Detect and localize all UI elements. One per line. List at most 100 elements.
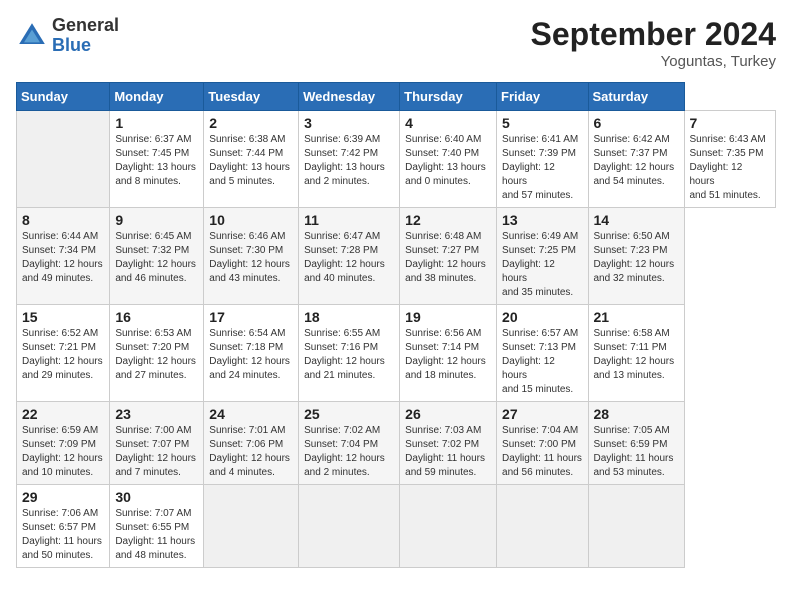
day-info: Sunrise: 7:00 AM Sunset: 7:07 PM Dayligh… bbox=[115, 424, 198, 480]
day-number: 2 bbox=[209, 115, 293, 131]
calendar-cell bbox=[497, 485, 588, 568]
calendar-day-header: Wednesday bbox=[299, 83, 400, 111]
day-number: 16 bbox=[115, 309, 198, 325]
day-info: Sunrise: 6:43 AM Sunset: 7:35 PM Dayligh… bbox=[690, 133, 771, 203]
day-info: Sunrise: 6:39 AM Sunset: 7:42 PM Dayligh… bbox=[304, 133, 394, 189]
calendar-cell: 23 Sunrise: 7:00 AM Sunset: 7:07 PM Dayli… bbox=[110, 402, 204, 485]
day-info: Sunrise: 6:40 AM Sunset: 7:40 PM Dayligh… bbox=[405, 133, 491, 189]
calendar-cell: 20 Sunrise: 6:57 AM Sunset: 7:13 PM Dayli… bbox=[497, 305, 588, 402]
calendar-cell bbox=[17, 111, 110, 208]
day-number: 9 bbox=[115, 212, 198, 228]
day-info: Sunrise: 6:56 AM Sunset: 7:14 PM Dayligh… bbox=[405, 327, 491, 383]
calendar-cell: 12 Sunrise: 6:48 AM Sunset: 7:27 PM Dayli… bbox=[400, 208, 497, 305]
day-number: 28 bbox=[594, 406, 679, 422]
calendar-cell: 16 Sunrise: 6:53 AM Sunset: 7:20 PM Dayli… bbox=[110, 305, 204, 402]
day-number: 12 bbox=[405, 212, 491, 228]
calendar-week-row: 29 Sunrise: 7:06 AM Sunset: 6:57 PM Dayli… bbox=[17, 485, 776, 568]
calendar-cell: 14 Sunrise: 6:50 AM Sunset: 7:23 PM Dayli… bbox=[588, 208, 684, 305]
day-info: Sunrise: 7:04 AM Sunset: 7:00 PM Dayligh… bbox=[502, 424, 582, 480]
day-info: Sunrise: 6:52 AM Sunset: 7:21 PM Dayligh… bbox=[22, 327, 104, 383]
day-number: 30 bbox=[115, 489, 198, 505]
day-info: Sunrise: 6:55 AM Sunset: 7:16 PM Dayligh… bbox=[304, 327, 394, 383]
day-info: Sunrise: 6:59 AM Sunset: 7:09 PM Dayligh… bbox=[22, 424, 104, 480]
day-info: Sunrise: 6:37 AM Sunset: 7:45 PM Dayligh… bbox=[115, 133, 198, 189]
day-number: 24 bbox=[209, 406, 293, 422]
calendar-day-header: Saturday bbox=[588, 83, 684, 111]
day-info: Sunrise: 6:50 AM Sunset: 7:23 PM Dayligh… bbox=[594, 230, 679, 286]
day-info: Sunrise: 6:49 AM Sunset: 7:25 PM Dayligh… bbox=[502, 230, 582, 300]
calendar-week-row: 8Sunrise: 6:44 AM Sunset: 7:34 PM Daylig… bbox=[17, 208, 776, 305]
day-info: Sunrise: 7:07 AM Sunset: 6:55 PM Dayligh… bbox=[115, 507, 198, 563]
day-info: Sunrise: 6:57 AM Sunset: 7:13 PM Dayligh… bbox=[502, 327, 582, 397]
month-title: September 2024 bbox=[531, 16, 776, 53]
calendar-day-header: Sunday bbox=[17, 83, 110, 111]
title-area: September 2024 Yoguntas, Turkey bbox=[531, 16, 776, 70]
calendar-cell bbox=[400, 485, 497, 568]
day-number: 8 bbox=[22, 212, 104, 228]
calendar-cell: 26 Sunrise: 7:03 AM Sunset: 7:02 PM Dayli… bbox=[400, 402, 497, 485]
day-info: Sunrise: 6:41 AM Sunset: 7:39 PM Dayligh… bbox=[502, 133, 582, 203]
day-number: 17 bbox=[209, 309, 293, 325]
day-info: Sunrise: 6:53 AM Sunset: 7:20 PM Dayligh… bbox=[115, 327, 198, 383]
calendar-header-row: SundayMondayTuesdayWednesdayThursdayFrid… bbox=[17, 83, 776, 111]
day-info: Sunrise: 6:54 AM Sunset: 7:18 PM Dayligh… bbox=[209, 327, 293, 383]
day-info: Sunrise: 6:42 AM Sunset: 7:37 PM Dayligh… bbox=[594, 133, 679, 189]
calendar-cell bbox=[204, 485, 299, 568]
day-info: Sunrise: 7:03 AM Sunset: 7:02 PM Dayligh… bbox=[405, 424, 491, 480]
calendar-week-row: 22 Sunrise: 6:59 AM Sunset: 7:09 PM Dayli… bbox=[17, 402, 776, 485]
calendar-cell: 25 Sunrise: 7:02 AM Sunset: 7:04 PM Dayli… bbox=[299, 402, 400, 485]
calendar-week-row: 15Sunrise: 6:52 AM Sunset: 7:21 PM Dayli… bbox=[17, 305, 776, 402]
calendar-body: 1 Sunrise: 6:37 AM Sunset: 7:45 PM Daylig… bbox=[17, 111, 776, 568]
calendar-week-row: 1 Sunrise: 6:37 AM Sunset: 7:45 PM Daylig… bbox=[17, 111, 776, 208]
logo: General Blue bbox=[16, 16, 119, 56]
calendar-cell: 7 Sunrise: 6:43 AM Sunset: 7:35 PM Daylig… bbox=[684, 111, 776, 208]
day-number: 29 bbox=[22, 489, 104, 505]
day-number: 21 bbox=[594, 309, 679, 325]
day-number: 22 bbox=[22, 406, 104, 422]
day-number: 6 bbox=[594, 115, 679, 131]
calendar-cell: 28Sunrise: 7:05 AM Sunset: 6:59 PM Dayli… bbox=[588, 402, 684, 485]
day-number: 7 bbox=[690, 115, 771, 131]
calendar-cell: 3 Sunrise: 6:39 AM Sunset: 7:42 PM Daylig… bbox=[299, 111, 400, 208]
calendar-cell: 18 Sunrise: 6:55 AM Sunset: 7:16 PM Dayli… bbox=[299, 305, 400, 402]
calendar-cell: 29 Sunrise: 7:06 AM Sunset: 6:57 PM Dayli… bbox=[17, 485, 110, 568]
day-info: Sunrise: 7:02 AM Sunset: 7:04 PM Dayligh… bbox=[304, 424, 394, 480]
day-info: Sunrise: 6:47 AM Sunset: 7:28 PM Dayligh… bbox=[304, 230, 394, 286]
day-info: Sunrise: 7:01 AM Sunset: 7:06 PM Dayligh… bbox=[209, 424, 293, 480]
day-number: 19 bbox=[405, 309, 491, 325]
calendar-day-header: Monday bbox=[110, 83, 204, 111]
day-number: 14 bbox=[594, 212, 679, 228]
calendar-cell: 17 Sunrise: 6:54 AM Sunset: 7:18 PM Dayli… bbox=[204, 305, 299, 402]
calendar-cell bbox=[588, 485, 684, 568]
calendar-cell: 1 Sunrise: 6:37 AM Sunset: 7:45 PM Daylig… bbox=[110, 111, 204, 208]
day-info: Sunrise: 6:48 AM Sunset: 7:27 PM Dayligh… bbox=[405, 230, 491, 286]
calendar-cell: 24 Sunrise: 7:01 AM Sunset: 7:06 PM Dayli… bbox=[204, 402, 299, 485]
calendar-day-header: Friday bbox=[497, 83, 588, 111]
day-number: 1 bbox=[115, 115, 198, 131]
calendar-cell: 8Sunrise: 6:44 AM Sunset: 7:34 PM Daylig… bbox=[17, 208, 110, 305]
calendar-cell: 22 Sunrise: 6:59 AM Sunset: 7:09 PM Dayli… bbox=[17, 402, 110, 485]
logo-blue-text: Blue bbox=[52, 36, 119, 56]
day-number: 13 bbox=[502, 212, 582, 228]
calendar-cell: 9Sunrise: 6:45 AM Sunset: 7:32 PM Daylig… bbox=[110, 208, 204, 305]
calendar-cell: 13 Sunrise: 6:49 AM Sunset: 7:25 PM Dayli… bbox=[497, 208, 588, 305]
day-info: Sunrise: 6:58 AM Sunset: 7:11 PM Dayligh… bbox=[594, 327, 679, 383]
day-number: 26 bbox=[405, 406, 491, 422]
day-number: 5 bbox=[502, 115, 582, 131]
calendar-cell: 2Sunrise: 6:38 AM Sunset: 7:44 PM Daylig… bbox=[204, 111, 299, 208]
day-number: 27 bbox=[502, 406, 582, 422]
day-info: Sunrise: 7:06 AM Sunset: 6:57 PM Dayligh… bbox=[22, 507, 104, 563]
calendar-cell: 6 Sunrise: 6:42 AM Sunset: 7:37 PM Daylig… bbox=[588, 111, 684, 208]
day-number: 25 bbox=[304, 406, 394, 422]
day-number: 3 bbox=[304, 115, 394, 131]
day-number: 23 bbox=[115, 406, 198, 422]
calendar-cell: 27 Sunrise: 7:04 AM Sunset: 7:00 PM Dayli… bbox=[497, 402, 588, 485]
day-number: 11 bbox=[304, 212, 394, 228]
day-number: 18 bbox=[304, 309, 394, 325]
calendar-cell: 4Sunrise: 6:40 AM Sunset: 7:40 PM Daylig… bbox=[400, 111, 497, 208]
location-title: Yoguntas, Turkey bbox=[531, 53, 776, 70]
calendar-cell: 10Sunrise: 6:46 AM Sunset: 7:30 PM Dayli… bbox=[204, 208, 299, 305]
calendar-day-header: Thursday bbox=[400, 83, 497, 111]
calendar-cell bbox=[299, 485, 400, 568]
day-number: 20 bbox=[502, 309, 582, 325]
